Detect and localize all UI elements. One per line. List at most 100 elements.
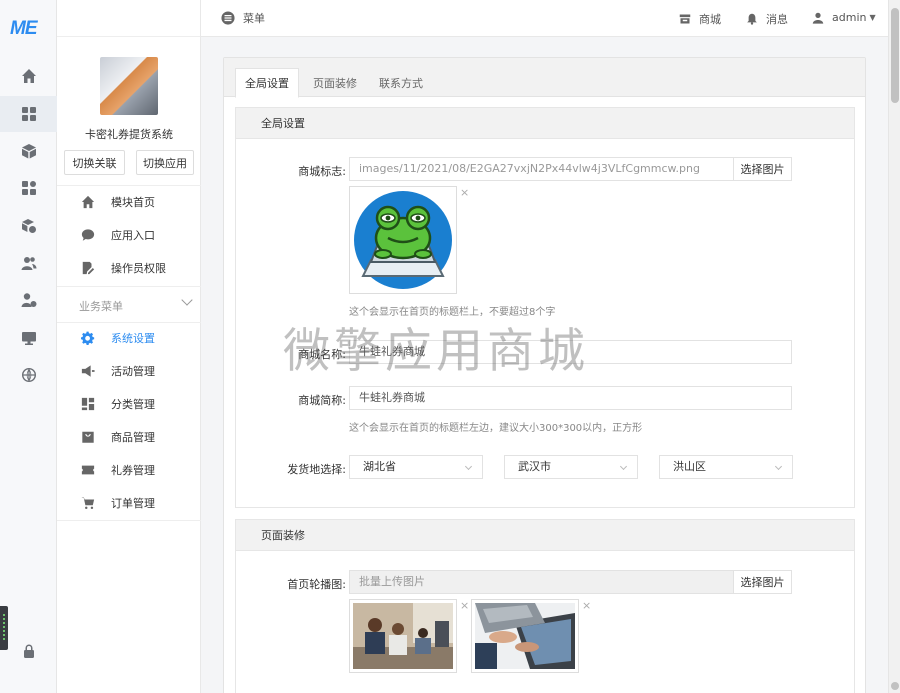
city-select[interactable]: 武汉市: [504, 455, 638, 479]
logo-hint: 这个会显示在首页的标题栏上，不要超过8个字: [349, 307, 556, 318]
home-icon[interactable]: [0, 58, 57, 94]
sidebar-item-label: 礼券管理: [111, 464, 155, 477]
home-icon: [81, 195, 95, 209]
section-title: 页面装修: [236, 520, 854, 551]
sidebar-item-label: 订单管理: [111, 497, 155, 510]
bell-icon: [747, 13, 757, 25]
store-icon: [679, 14, 691, 24]
message-link[interactable]: 消息: [746, 11, 788, 27]
store-name-label: 商城名称:: [298, 348, 346, 361]
shop-label: 商城: [699, 13, 721, 26]
brand-logo[interactable]: ME: [10, 18, 37, 40]
logo-label: 商城标志:: [298, 165, 346, 178]
banner-upload-input[interactable]: 批量上传图片: [349, 570, 734, 594]
gear-icon: [81, 331, 95, 345]
sidebar-item-label: 商品管理: [111, 431, 155, 444]
box-settings-icon[interactable]: [0, 208, 57, 244]
district-select[interactable]: 洪山区: [659, 455, 793, 479]
top-bar: 菜单 商城 消息 admin ▼: [201, 0, 888, 37]
short-name-hint: 这个会显示在首页的标题栏左边，建议大小300*300以内，正方形: [349, 423, 643, 434]
page-decoration-card: 页面装修 首页轮播图: 批量上传图片 选择图片 × ×: [235, 519, 855, 693]
banner-label: 首页轮播图:: [287, 578, 346, 591]
category-icon: [81, 397, 95, 411]
laptop-hands-image: [475, 603, 575, 669]
menu-toggle[interactable]: 菜单: [221, 10, 265, 26]
logo-preview: [349, 186, 457, 294]
sidebar-header: [57, 0, 200, 37]
user-icon: [812, 12, 824, 24]
province-select[interactable]: 湖北省: [349, 455, 483, 479]
sidebar-item-label: 操作员权限: [111, 262, 166, 275]
sidebar-item-operator-permissions[interactable]: 操作员权限: [57, 252, 201, 284]
page-scrollbar[interactable]: [888, 0, 900, 693]
logo-select-image-button[interactable]: 选择图片: [733, 157, 792, 181]
cube-icon[interactable]: [0, 133, 57, 169]
user-menu[interactable]: admin ▼: [812, 11, 876, 24]
caret-down-icon: ▼: [869, 13, 876, 22]
grid-icon[interactable]: [0, 96, 57, 132]
megaphone-icon: [81, 365, 95, 377]
apps-icon[interactable]: [0, 170, 57, 206]
icon-rail: ME: [0, 0, 57, 693]
logo-path-input[interactable]: images/11/2021/08/E2GA27vxjN2Px44vlw4j3V…: [349, 157, 734, 181]
message-label: 消息: [766, 13, 788, 26]
settings-tabs: 全局设置 页面装修 联系方式: [224, 58, 865, 98]
bag-icon: [82, 431, 94, 443]
cart-icon: [81, 497, 95, 510]
user-label: admin: [832, 11, 867, 24]
monitor-icon[interactable]: [0, 320, 57, 356]
globe-icon[interactable]: [0, 357, 57, 393]
switch-link-button[interactable]: 切换关联: [64, 150, 125, 175]
users-icon[interactable]: [0, 245, 57, 281]
banner-thumbnail: [471, 599, 579, 673]
sidebar-item-label: 应用入口: [111, 229, 155, 242]
sidebar-item-module-home[interactable]: 模块首页: [57, 186, 201, 218]
sidebar-item-label: 模块首页: [111, 196, 155, 209]
store-short-name-label: 商城简称:: [298, 394, 346, 407]
banner-remove-icon[interactable]: ×: [582, 599, 591, 612]
ticket-icon: [81, 465, 95, 475]
shop-link[interactable]: 商城: [679, 11, 721, 27]
sidebar-item-category-management[interactable]: 分类管理: [57, 388, 201, 420]
banner-remove-icon[interactable]: ×: [460, 599, 469, 612]
banner-thumbnail: [349, 599, 457, 673]
switch-app-button[interactable]: 切换应用: [136, 150, 194, 175]
sidebar-item-label: 分类管理: [111, 398, 155, 411]
sidebar-group-label: 业务菜单: [79, 300, 123, 313]
divider: [57, 286, 201, 287]
app-name: 卡密礼券提货系统: [85, 128, 173, 141]
menu-label: 菜单: [243, 12, 265, 25]
chevron-down-icon[interactable]: [181, 294, 193, 306]
settings-panel: 全局设置 页面装修 联系方式 全局设置 商城标志: images/11/2021…: [223, 57, 866, 693]
sidebar-item-app-entry[interactable]: 应用入口: [57, 219, 201, 251]
module-sidebar: 卡密礼券提货系统 切换关联 切换应用 模块首页 应用入口 操作员权限 业务菜单 …: [57, 0, 201, 693]
divider: [57, 520, 201, 521]
tab-page-decoration[interactable]: 页面装修: [303, 68, 367, 98]
ship-from-label: 发货地选择:: [287, 463, 346, 476]
menu-icon: [221, 11, 235, 25]
chat-icon: [81, 229, 95, 241]
lock-icon[interactable]: [0, 633, 57, 669]
store-short-name-input[interactable]: 牛蛙礼券商城: [349, 386, 792, 410]
sidebar-item-product-management[interactable]: 商品管理: [57, 421, 201, 453]
sidebar-item-system-settings[interactable]: 系统设置: [57, 322, 201, 354]
sidebar-item-activity-management[interactable]: 活动管理: [57, 355, 201, 387]
store-name-input[interactable]: 牛蛙礼券商城: [349, 340, 792, 364]
tab-global-settings[interactable]: 全局设置: [235, 68, 299, 98]
scrollbar-thumb-bottom[interactable]: [891, 682, 899, 690]
sidebar-item-label: 系统设置: [111, 332, 155, 345]
edit-doc-icon: [82, 261, 95, 275]
office-meeting-image: [353, 603, 453, 669]
frog-logo-image: [354, 191, 452, 289]
banner-select-image-button[interactable]: 选择图片: [733, 570, 792, 594]
global-settings-card: 全局设置 商城标志: images/11/2021/08/E2GA27vxjN2…: [235, 107, 855, 508]
sidebar-item-label: 活动管理: [111, 365, 155, 378]
section-title: 全局设置: [236, 108, 854, 139]
scrollbar-thumb[interactable]: [891, 8, 899, 103]
user-settings-icon[interactable]: [0, 282, 57, 318]
app-thumbnail: [100, 57, 158, 115]
logo-remove-icon[interactable]: ×: [460, 186, 469, 199]
sidebar-item-voucher-management[interactable]: 礼券管理: [57, 454, 201, 486]
tab-contact[interactable]: 联系方式: [369, 68, 433, 98]
sidebar-item-order-management[interactable]: 订单管理: [57, 487, 201, 519]
